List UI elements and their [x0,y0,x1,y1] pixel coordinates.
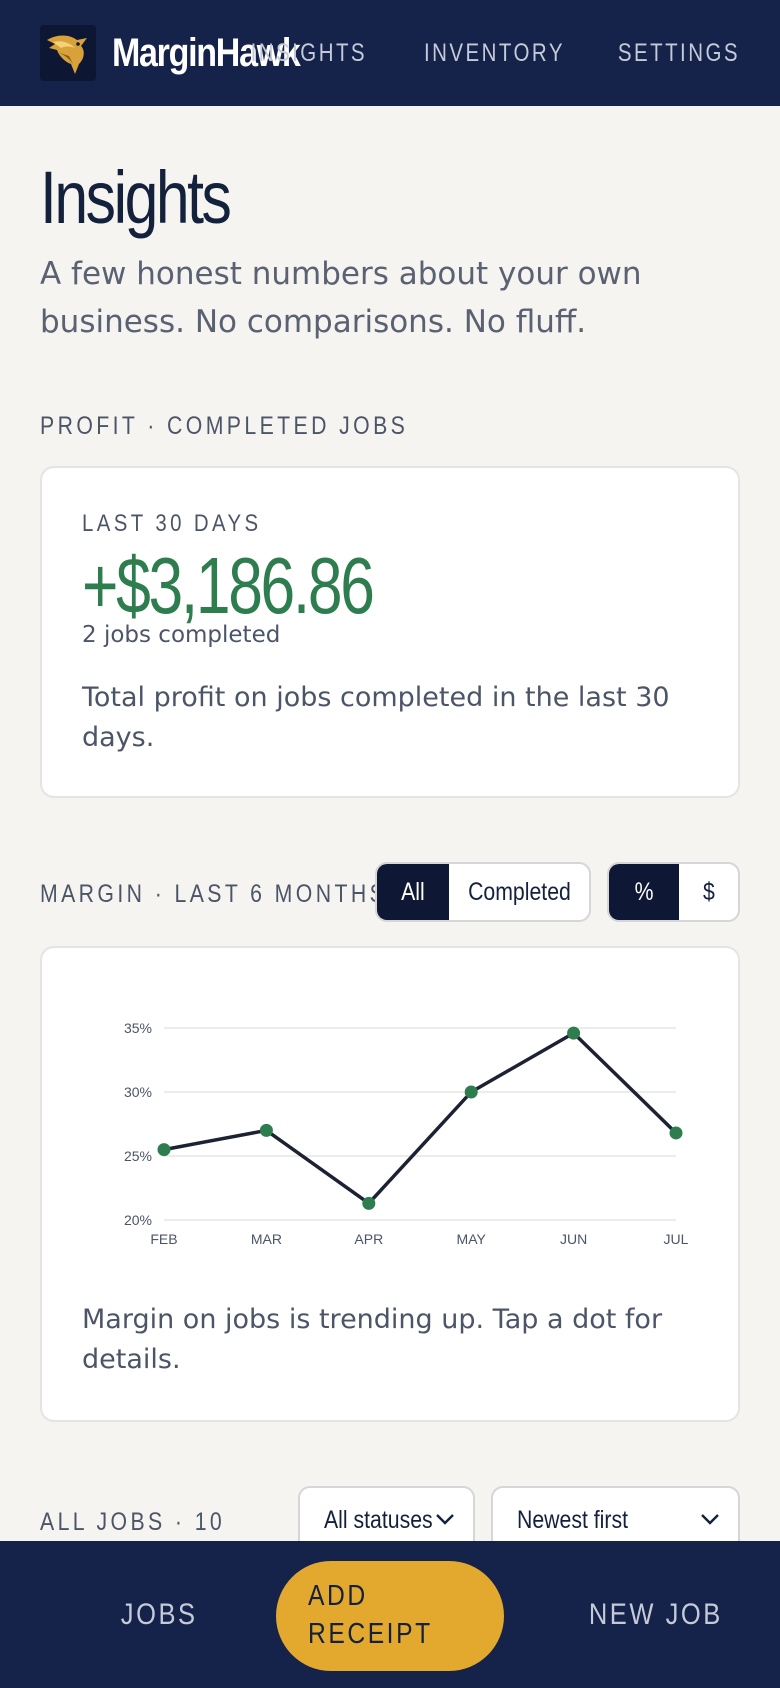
data-point[interactable] [362,1196,376,1210]
y-tick-label: 20% [124,1212,152,1228]
data-point[interactable] [157,1143,171,1157]
main-nav: INSIGHTS INVENTORY SETTINGS [225,0,740,106]
nav-insights[interactable]: INSIGHTS [251,39,368,68]
profit-section-label: PROFIT · COMPLETED JOBS [40,412,409,440]
data-point[interactable] [259,1123,273,1137]
y-tick-label: 30% [124,1084,152,1100]
profit-description: Total profit on jobs completed in the la… [82,682,670,753]
y-tick-label: 25% [124,1148,152,1164]
x-tick-label: FEB [150,1231,177,1247]
data-point[interactable] [464,1085,478,1099]
bottom-nav-bar: JOBS ADD RECEIPT NEW JOB [0,1541,780,1688]
unit-dollar-button[interactable]: $ [679,864,738,920]
profit-amount: +$3,186.86 [82,541,375,630]
top-bar: MarginHawk INSIGHTS INVENTORY SETTINGS [0,0,780,106]
hawk-logo-icon[interactable] [40,25,96,81]
nav-inventory[interactable]: INVENTORY [424,39,565,68]
unit-toggle: % $ [607,862,740,922]
margin-line-chart: 20% 25% 30% 35% FEB MAR APR MAY JUN JUL [124,1020,689,1247]
add-receipt-line-2: RECEIPT [308,1618,433,1650]
margin-chart-card: 20% 25% 30% 35% FEB MAR APR MAY JUN JUL Margin on… [40,946,740,1422]
nav-settings[interactable]: SETTINGS [618,39,740,68]
page-title: Insights [40,156,232,239]
chart-caption: Margin on jobs is trending up. Tap a dot… [82,1304,663,1375]
margin-series-line [162,1031,678,1206]
bottom-nav-new-job[interactable]: NEW JOB [577,1541,735,1688]
jobs-completed-count: 2 jobs completed [82,622,281,648]
data-point[interactable] [567,1026,581,1040]
x-tick-label: APR [354,1231,383,1247]
y-tick-label: 35% [124,1020,152,1036]
status-select-value: All statuses [324,1505,433,1534]
bottom-nav-jobs[interactable]: JOBS [114,1541,204,1688]
margin-section-label: MARGIN · LAST 6 MONTHS [40,880,388,908]
status-filter-toggle: All Completed [375,862,591,922]
profit-card: LAST 30 DAYS +$3,186.86 2 jobs completed… [40,466,740,798]
page-subtitle: A few honest numbers about your own busi… [40,256,642,340]
x-tick-label: JUL [664,1231,689,1247]
unit-percent-button[interactable]: % [609,864,679,920]
x-tick-label: MAY [457,1231,487,1247]
profit-period: LAST 30 DAYS [82,510,262,537]
chevron-down-icon [701,1514,719,1525]
chevron-down-icon [436,1514,454,1525]
jobs-section-label: ALL JOBS · 10 [40,1508,226,1536]
filter-completed-button[interactable]: Completed [449,864,589,920]
add-receipt-line-1: ADD [308,1580,368,1612]
add-receipt-button[interactable]: ADD RECEIPT [276,1561,504,1671]
sort-select-value: Newest first [517,1505,629,1534]
data-point[interactable] [669,1126,683,1140]
x-tick-label: MAR [251,1231,282,1247]
x-tick-label: JUN [560,1231,587,1247]
filter-all-button[interactable]: All [377,864,449,920]
